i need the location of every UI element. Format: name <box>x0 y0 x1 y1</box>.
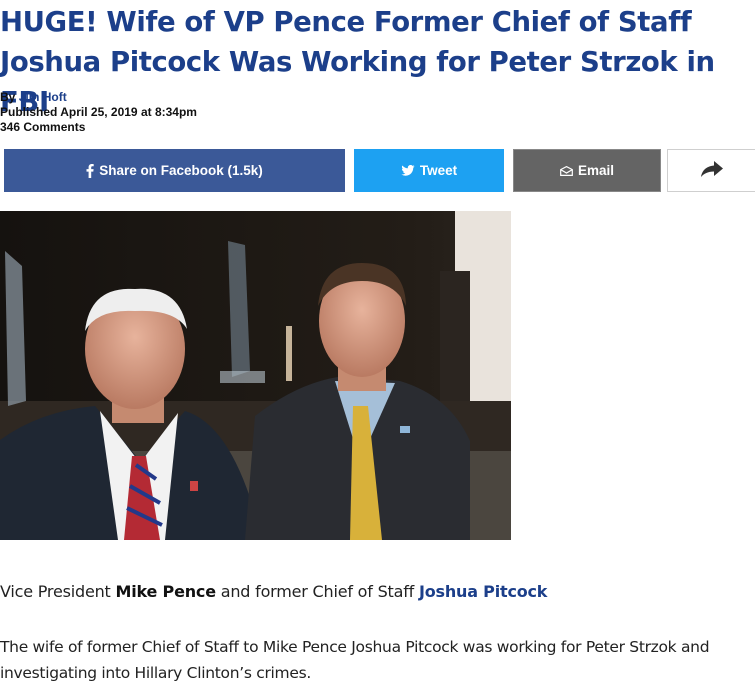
email-label: Email <box>577 163 615 178</box>
caption-middle: and former Chief of Staff <box>215 582 419 601</box>
more-share-button[interactable] <box>667 149 755 192</box>
byline: By Jim Hoft <box>0 90 197 105</box>
tweet-button[interactable]: Tweet <box>354 149 504 192</box>
share-facebook-button[interactable]: Share on Facebook (1.5k) <box>4 149 345 192</box>
article-paragraph: The wife of former Chief of Staff to Mik… <box>0 638 710 682</box>
share-facebook-label: Share on Facebook (1.5k) <box>99 163 263 178</box>
published-date: Published April 25, 2019 at 8:34pm <box>0 105 197 119</box>
facebook-icon <box>86 163 94 178</box>
article-photo <box>0 211 511 540</box>
photo-illustration <box>0 211 511 540</box>
twitter-bird-icon <box>401 165 415 176</box>
by-label: By <box>0 90 19 104</box>
caption-person-2-link[interactable]: Joshua Pitcock <box>419 582 547 601</box>
envelope-icon <box>560 165 573 176</box>
comments-count[interactable]: 346 Comments <box>0 120 197 135</box>
share-arrow-icon <box>701 161 723 180</box>
email-button[interactable]: Email <box>513 149 661 192</box>
photo-caption: Vice President Mike Pence and former Chi… <box>0 580 547 604</box>
tweet-label: Tweet <box>419 163 458 178</box>
caption-prefix: Vice President <box>0 582 116 601</box>
caption-person-1: Mike Pence <box>115 582 217 601</box>
article-meta: By Jim Hoft Published April 25, 2019 at … <box>0 90 197 135</box>
author-link[interactable]: Jim Hoft <box>19 90 67 104</box>
